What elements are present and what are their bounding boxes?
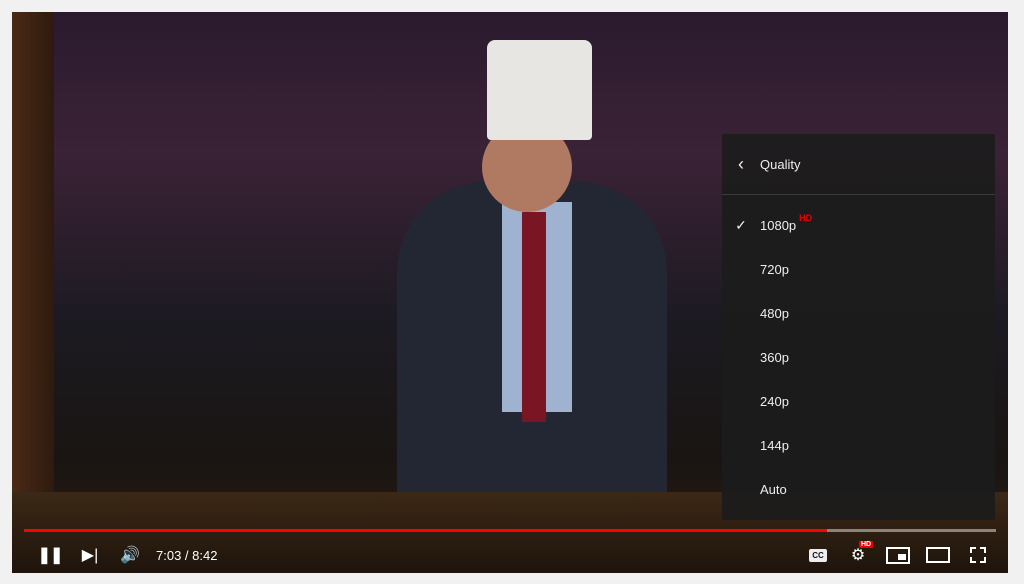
time-display: 7:03 / 8:42 bbox=[156, 548, 217, 563]
pause-icon: ❚❚ bbox=[37, 547, 64, 564]
miniplayer-icon bbox=[886, 546, 910, 564]
time-total: 8:42 bbox=[192, 547, 218, 563]
miniplayer-button[interactable] bbox=[878, 537, 918, 573]
quality-option-240p[interactable]: 240p bbox=[722, 379, 995, 423]
fullscreen-icon bbox=[970, 547, 986, 563]
quality-option-360p[interactable]: 360p bbox=[722, 335, 995, 379]
quality-option-720p[interactable]: 720p bbox=[722, 247, 995, 291]
next-icon: ▶​| bbox=[81, 547, 99, 564]
time-separator: / bbox=[181, 547, 193, 563]
progress-fill bbox=[24, 529, 827, 532]
theater-button[interactable] bbox=[918, 537, 958, 573]
quality-menu-title: Quality bbox=[760, 156, 801, 172]
video-neon-sign bbox=[122, 292, 382, 362]
video-frame-backdrop bbox=[12, 12, 54, 573]
video-tie bbox=[522, 212, 546, 422]
captions-button[interactable]: CC bbox=[798, 537, 838, 573]
quality-label: 240p bbox=[760, 393, 789, 409]
quality-menu: ‹ Quality ✓ 1080p HD 720p 480p 360p 240p… bbox=[722, 134, 995, 520]
theater-icon bbox=[926, 547, 950, 563]
quality-option-144p[interactable]: 144p bbox=[722, 423, 995, 467]
fullscreen-button[interactable] bbox=[958, 537, 998, 573]
video-player[interactable]: ‹ Quality ✓ 1080p HD 720p 480p 360p 240p… bbox=[12, 12, 1008, 573]
quality-label: 480p bbox=[760, 305, 789, 321]
time-current: 7:03 bbox=[156, 547, 182, 563]
settings-icon: ⚙ bbox=[850, 547, 866, 564]
quality-label: 1080p bbox=[760, 217, 797, 233]
check-icon: ✓ bbox=[735, 216, 747, 233]
hd-badge: HD bbox=[799, 213, 813, 223]
captions-icon: CC bbox=[809, 548, 827, 562]
quality-label: 360p bbox=[760, 349, 789, 365]
control-bar: ❚❚ ▶​| 🔊 7:03 / 8:42 CC ⚙ HD bbox=[12, 537, 1008, 573]
progress-bar[interactable] bbox=[24, 529, 996, 532]
quality-option-auto[interactable]: Auto bbox=[722, 467, 995, 511]
quality-option-1080p[interactable]: ✓ 1080p HD bbox=[722, 203, 995, 247]
next-button[interactable]: ▶​| bbox=[70, 537, 110, 573]
quality-menu-back[interactable]: ‹ Quality bbox=[722, 134, 995, 195]
quality-label: 720p bbox=[760, 261, 789, 277]
volume-button[interactable]: 🔊 bbox=[110, 537, 150, 573]
settings-hd-badge: HD bbox=[859, 541, 874, 548]
quality-label: Auto bbox=[760, 481, 787, 497]
quality-label: 144p bbox=[760, 437, 789, 453]
video-chef-hat bbox=[487, 40, 592, 140]
volume-icon: 🔊 bbox=[120, 547, 140, 564]
pause-button[interactable]: ❚❚ bbox=[30, 537, 70, 573]
quality-option-480p[interactable]: 480p bbox=[722, 291, 995, 335]
settings-button[interactable]: ⚙ HD bbox=[838, 537, 878, 573]
chevron-left-icon: ‹ bbox=[738, 153, 744, 174]
